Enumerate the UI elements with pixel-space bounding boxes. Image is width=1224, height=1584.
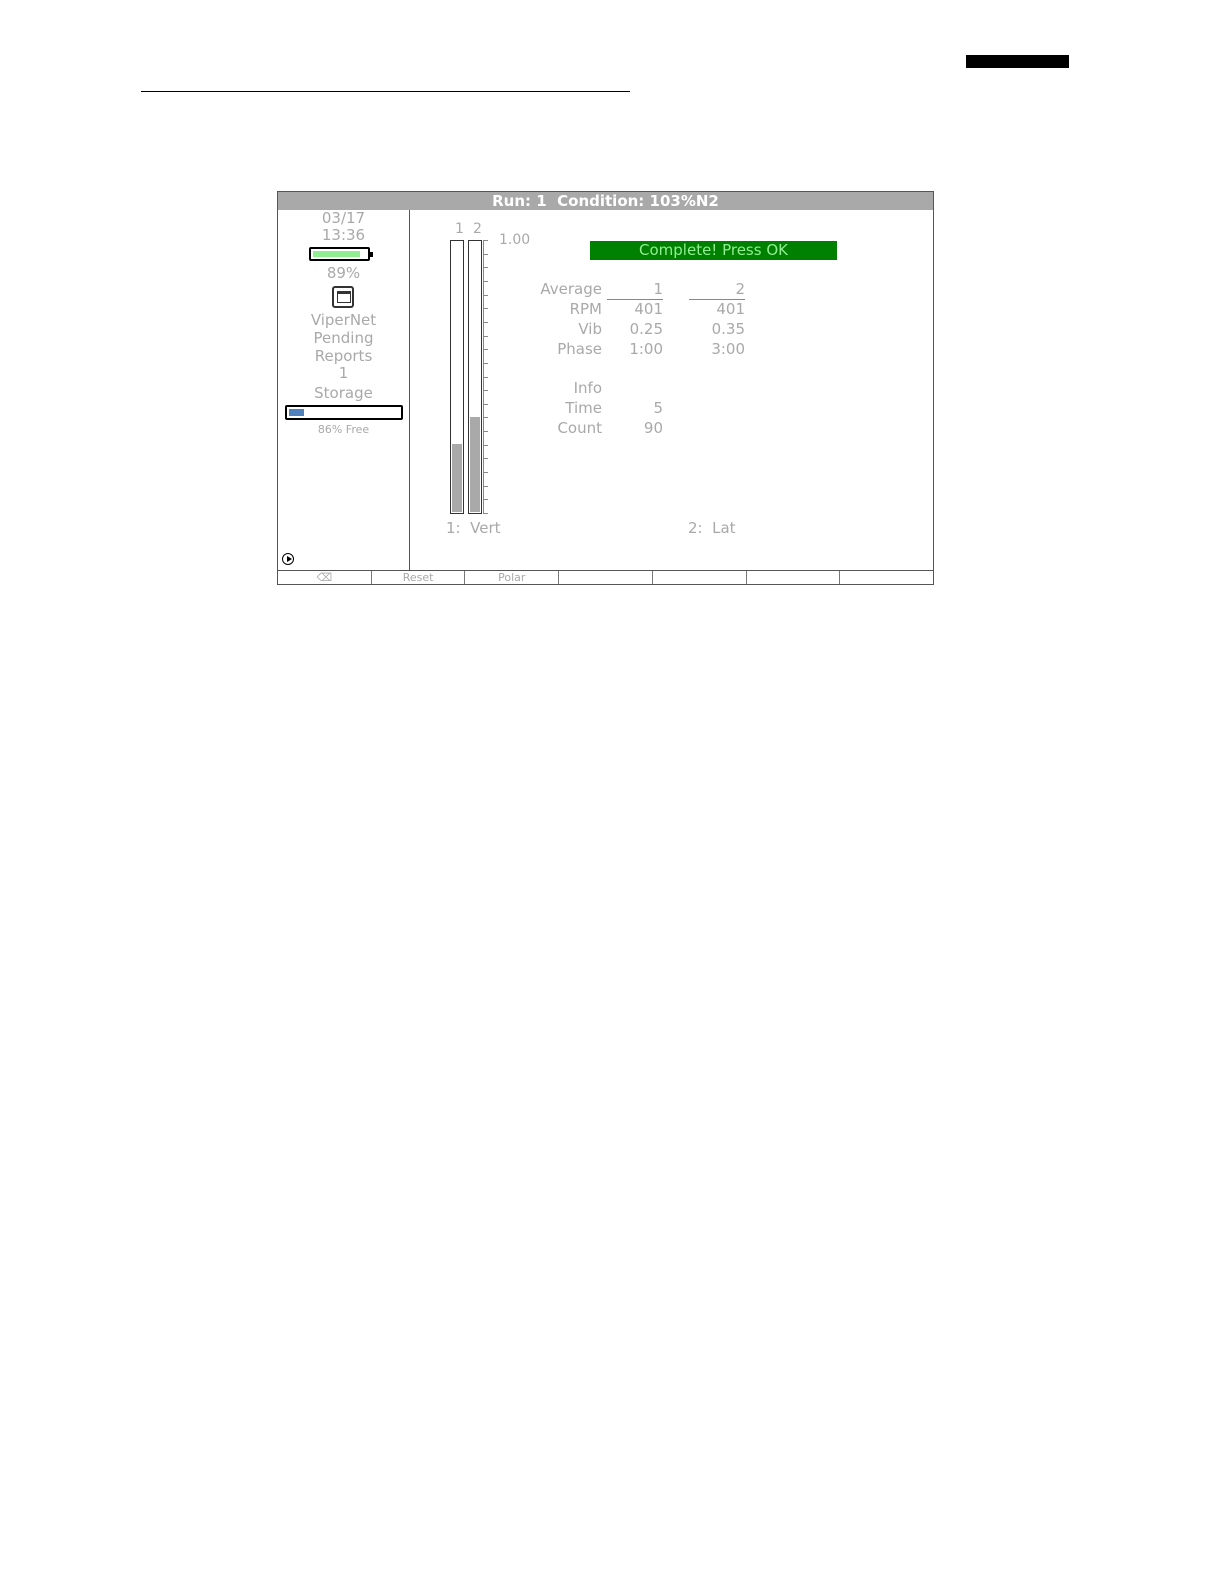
softkey-reset[interactable]: Reset	[372, 571, 466, 584]
sensor-2-label: 2: Lat	[688, 519, 736, 537]
scale-tick	[483, 472, 488, 474]
time-label: 13:36	[321, 226, 366, 244]
phase-value-2: 3:00	[711, 340, 745, 358]
pending-reports-count: 1	[338, 364, 349, 382]
scale-tick	[483, 444, 488, 446]
measurement-panel: 1 2 1.00 Complete! Press OK Average 1 2 …	[410, 210, 933, 570]
softkey-7[interactable]	[840, 571, 933, 584]
level-bar-2	[468, 240, 482, 514]
reports-label: Reports	[314, 347, 373, 365]
scale-tick	[483, 513, 488, 514]
storage-meter	[285, 405, 403, 420]
network-name-label: ViperNet	[310, 311, 377, 329]
play-icon[interactable]	[282, 553, 294, 565]
column-header-2: 2	[735, 280, 745, 298]
level-bar-2-fill	[470, 416, 480, 512]
scale-tick	[483, 485, 488, 487]
battery-icon	[309, 247, 373, 261]
sensor-1-label: 1: Vert	[446, 519, 501, 537]
network-icon	[332, 286, 354, 308]
scale-tick	[483, 499, 488, 501]
vib-value-2: 0.35	[711, 320, 745, 338]
softkey-polar[interactable]: Polar	[465, 571, 560, 584]
scale-tick	[483, 253, 488, 255]
pending-label: Pending	[313, 329, 374, 347]
column-header-1: 1	[653, 280, 663, 298]
bar-label-1: 1	[455, 221, 464, 237]
battery-level-fill	[313, 251, 361, 257]
page-header-rule	[141, 91, 630, 92]
softkey-4[interactable]	[559, 571, 653, 584]
status-panel: 03/17 13:36 89% ViperNet Pending Reports…	[278, 210, 410, 570]
scale-tick	[483, 458, 488, 460]
date-label: 03/17	[321, 209, 366, 227]
rpm-value-2: 401	[716, 300, 745, 318]
vib-value-1: 0.25	[629, 320, 663, 338]
level-bar-1-fill	[452, 444, 462, 512]
count-value: 90	[643, 419, 663, 437]
softkey-6[interactable]	[747, 571, 841, 584]
level-bar-1	[450, 240, 464, 514]
softkey-backspace[interactable]: ⌫	[278, 571, 372, 584]
scale-max-label: 1.00	[499, 232, 531, 248]
page-header-bar	[966, 55, 1069, 68]
storage-used-fill	[289, 409, 305, 416]
rpm-value-1: 401	[634, 300, 663, 318]
device-screen: Run: 1 Condition: 103%N2 03/17 13:36 89%…	[277, 191, 934, 585]
scale-tick	[483, 362, 488, 364]
phase-value-1: 1:00	[629, 340, 663, 358]
battery-percent-label: 89%	[326, 264, 361, 282]
storage-label: Storage	[314, 384, 373, 402]
softkey-bar: ⌫ Reset Polar	[278, 570, 933, 584]
title-bar: Run: 1 Condition: 103%N2	[278, 192, 933, 210]
storage-free-label: 86% Free	[317, 423, 370, 436]
scale-tick	[483, 267, 488, 269]
softkey-5[interactable]	[653, 571, 747, 584]
time-value: 5	[653, 399, 663, 417]
bar-label-2: 2	[473, 221, 482, 237]
info-header: Info	[573, 379, 602, 397]
status-banner: Complete! Press OK	[590, 241, 837, 260]
scale-tick	[483, 240, 488, 241]
